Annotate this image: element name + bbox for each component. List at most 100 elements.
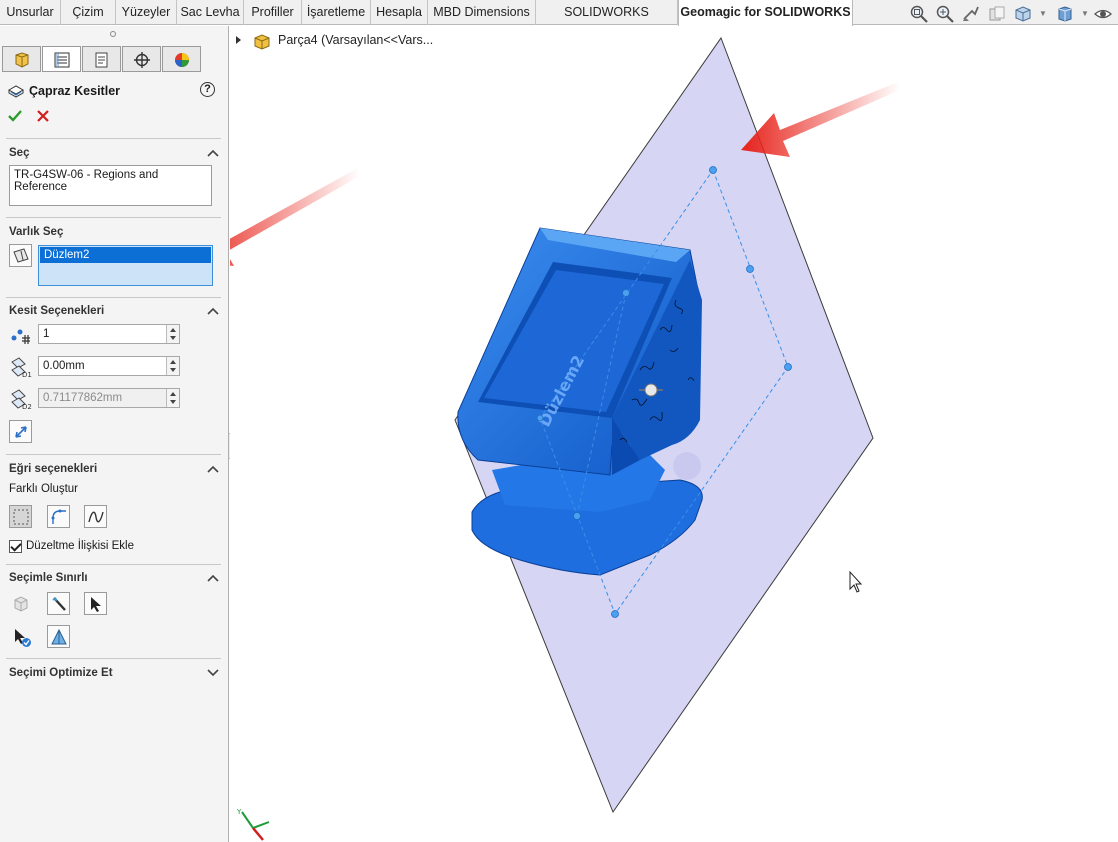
step-spinner[interactable] (166, 389, 179, 407)
svg-text:D1: D1 (22, 371, 32, 378)
limit-pointer-button[interactable] (84, 592, 107, 615)
chevron-up-icon[interactable] (207, 573, 219, 583)
body-select-icon (14, 596, 28, 612)
limit-pointer-check-button[interactable] (9, 625, 32, 648)
entity-select-listbox[interactable]: Düzlem2 (38, 245, 213, 286)
svg-text:Y: Y (236, 808, 242, 816)
graphics-area[interactable]: Parça4 (Varsayılan<<Vars... Düzlem2 Y (230, 26, 1118, 842)
pointer-icon (91, 597, 101, 612)
feature-manager-tab[interactable] (2, 46, 41, 72)
tab-geomagic-for-solidworks[interactable]: Geomagic for SOLIDWORKS (678, 0, 853, 26)
configuration-manager-tab[interactable] (82, 46, 121, 72)
previous-view-icon[interactable] (961, 4, 981, 24)
callout-arrow-icon (230, 168, 360, 266)
feature-manager-icon (15, 52, 29, 68)
chevron-up-icon[interactable] (207, 464, 219, 474)
model-scene[interactable]: Düzlem2 Y (230, 26, 1118, 842)
selection-limit-header[interactable]: Seçimle Sınırlı (9, 572, 88, 584)
configuration-manager-icon (95, 52, 108, 68)
select-listbox[interactable]: TR-G4SW-06 - Regions and Reference (9, 165, 212, 206)
section-options-header[interactable]: Kesit Seçenekleri (9, 305, 104, 317)
tab-cizim[interactable]: Çizim (61, 0, 116, 25)
panel-grip[interactable] (110, 31, 116, 37)
property-manager-title: Çapraz Kesitler (29, 84, 121, 98)
section-count-icon (11, 329, 30, 344)
section-view-icon[interactable] (987, 4, 1007, 24)
section-divider (6, 658, 221, 659)
heads-up-view-toolbar: ▼ ▼ (900, 4, 1118, 24)
tab-yuzeyler[interactable]: Yüzeyler (116, 0, 177, 25)
tab-isaretleme[interactable]: İşaretleme (302, 0, 371, 25)
display-style-icon[interactable] (1055, 4, 1075, 24)
view-orientation-caret-icon[interactable]: ▼ (1039, 9, 1047, 19)
property-manager-icon (54, 52, 70, 68)
dimxpert-icon (134, 52, 150, 68)
tab-profiller[interactable]: Profiller (244, 0, 302, 25)
mouse-cursor-icon (849, 570, 863, 593)
cancel-x-icon[interactable] (35, 108, 51, 124)
chevron-up-icon[interactable] (207, 148, 219, 158)
pointer-check-icon (15, 629, 31, 647)
step-distance-icon: D2 (11, 389, 32, 410)
tab-mbd-dimensions[interactable]: MBD Dimensions (428, 0, 536, 25)
display-manager-icon (175, 53, 189, 67)
cross-section-icon (7, 85, 25, 98)
section-count-spinner[interactable] (166, 325, 179, 343)
fit-relation-checkbox[interactable] (9, 540, 22, 553)
coordinate-triad-icon: Y (236, 808, 270, 841)
command-manager-tabbar: Unsurlar Çizim Yüzeyler Sac Levha Profil… (0, 0, 1118, 43)
zoom-to-fit-icon[interactable] (909, 4, 929, 24)
help-icon[interactable]: ? (200, 82, 215, 97)
section-divider (6, 454, 221, 455)
polyline-button[interactable] (9, 505, 32, 528)
fit-curve-button[interactable] (47, 505, 70, 528)
display-manager-tab[interactable] (162, 46, 201, 72)
plane-select-icon (13, 248, 29, 263)
tab-unsurlar[interactable]: Unsurlar (0, 0, 61, 25)
svg-text:D2: D2 (22, 403, 32, 410)
spline-icon (88, 511, 104, 523)
limit-body-button[interactable] (9, 592, 32, 615)
display-style-caret-icon[interactable]: ▼ (1081, 9, 1089, 19)
fit-curve-icon (51, 509, 66, 524)
optimize-selection-header[interactable]: Seçimi Optimize Et (9, 667, 113, 679)
entity-select-section-header: Varlık Seç (9, 226, 64, 238)
tab-hesapla[interactable]: Hesapla (371, 0, 428, 25)
hide-show-items-icon[interactable] (1093, 4, 1113, 24)
polyline-icon (13, 509, 29, 525)
spline-button[interactable] (84, 505, 107, 528)
reverse-direction-icon (15, 426, 27, 438)
property-manager-tab[interactable] (42, 46, 81, 72)
tab-solidworks-eklentileri[interactable]: SOLIDWORKS Eklentileri (536, 0, 678, 43)
section-count-field[interactable]: 1 (38, 324, 180, 344)
step-field[interactable]: 0.71177862mm (38, 388, 180, 408)
callout-arrow-icon (741, 82, 900, 157)
section-divider (6, 564, 221, 565)
pyramid-icon (51, 628, 67, 645)
entity-select-button[interactable] (9, 244, 32, 267)
property-manager-panel: Çapraz Kesitler ? Seç TR-G4SW-06 - Regio… (0, 26, 229, 842)
offset-distance-icon: D1 (11, 357, 32, 378)
chevron-up-icon[interactable] (207, 306, 219, 316)
brush-select-icon (52, 597, 66, 611)
fit-relation-label: Düzeltme İlişkisi Ekle (26, 540, 134, 552)
limit-face-button[interactable] (47, 625, 70, 648)
chevron-down-icon[interactable] (207, 668, 219, 678)
curve-options-header[interactable]: Eğri seçenekleri (9, 463, 97, 475)
tab-sac-levha[interactable]: Sac Levha (177, 0, 244, 25)
view-orientation-icon[interactable] (1013, 4, 1033, 24)
limit-region-button[interactable] (47, 592, 70, 615)
select-section-header[interactable]: Seç (9, 147, 29, 159)
select-listbox-item[interactable]: TR-G4SW-06 - Regions and Reference (14, 169, 158, 193)
section-divider (6, 297, 221, 298)
section-divider (6, 217, 221, 218)
ok-checkmark-icon[interactable] (7, 108, 23, 124)
zoom-to-area-icon[interactable] (935, 4, 955, 24)
offset-spinner[interactable] (166, 357, 179, 375)
reverse-direction-button[interactable] (9, 420, 32, 443)
entity-select-item[interactable]: Düzlem2 (40, 247, 211, 263)
section-divider (6, 138, 221, 139)
dimxpert-manager-tab[interactable] (122, 46, 161, 72)
create-different-label: Farklı Oluştur (9, 483, 79, 495)
offset-field[interactable]: 0.00mm (38, 356, 180, 376)
